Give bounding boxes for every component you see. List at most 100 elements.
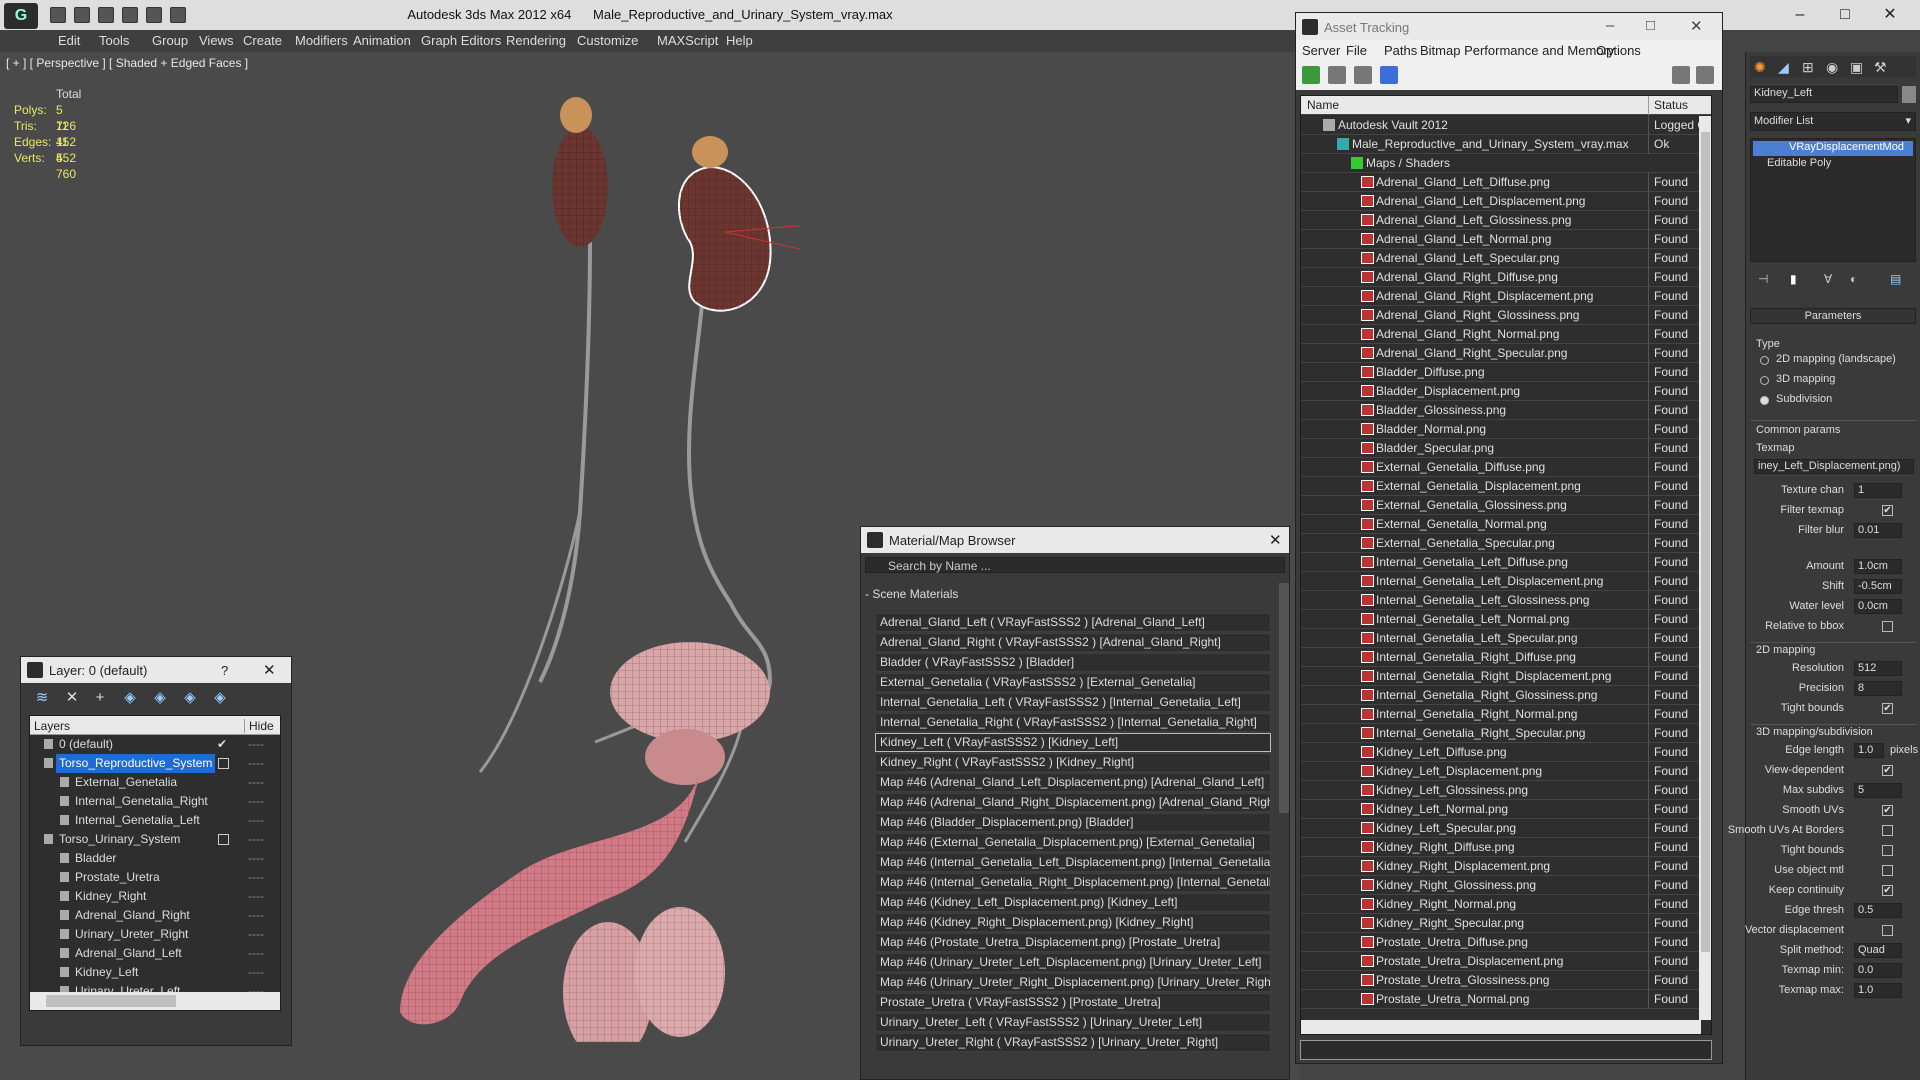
asset-row[interactable]: Autodesk Vault 2012 Logged O bbox=[1301, 116, 1711, 135]
delete-layer-icon[interactable]: ✕ bbox=[63, 689, 81, 707]
asset-row[interactable]: Male_Reproductive_and_Urinary_System_vra… bbox=[1301, 135, 1711, 154]
select-objects-icon[interactable]: ◈ bbox=[121, 689, 139, 707]
maximize-icon[interactable]: □ bbox=[1825, 4, 1865, 26]
layer-dialog-header[interactable]: Layer: 0 (default) ? ✕ bbox=[21, 657, 291, 683]
material-item[interactable]: Map #46 (Urinary_Ureter_Right_Displaceme… bbox=[875, 973, 1271, 992]
display-tab-icon[interactable]: ▣ bbox=[1850, 59, 1863, 76]
help-button[interactable]: ? bbox=[221, 663, 228, 678]
layer-row[interactable]: Kidney_Left ---- bbox=[30, 963, 280, 982]
layer-row[interactable]: Urinary_Ureter_Right ---- bbox=[30, 925, 280, 944]
material-item[interactable]: Map #46 (External_Genetalia_Displacement… bbox=[875, 833, 1271, 852]
asset-row[interactable]: Adrenal_Gland_Left_Specular.png Found bbox=[1301, 249, 1711, 268]
thumbnail-view-icon[interactable] bbox=[1354, 66, 1372, 84]
asset-table-hscrollbar[interactable] bbox=[1301, 1020, 1701, 1034]
material-item[interactable]: Kidney_Left ( VRayFastSSS2 ) [Kidney_Lef… bbox=[875, 733, 1271, 752]
asset-row[interactable]: Internal_Genetalia_Left_Displacement.png… bbox=[1301, 572, 1711, 591]
param-checkbox[interactable] bbox=[1882, 865, 1893, 876]
asset-row[interactable]: Adrenal_Gland_Left_Glossiness.png Found bbox=[1301, 211, 1711, 230]
asset-row[interactable]: Internal_Genetalia_Left_Glossiness.png Fo… bbox=[1301, 591, 1711, 610]
layer-row[interactable]: Kidney_Right ---- bbox=[30, 887, 280, 906]
asset-row[interactable]: Internal_Genetalia_Right_Specular.png Fou… bbox=[1301, 724, 1711, 743]
hide-toggle[interactable]: ---- bbox=[248, 925, 264, 944]
param-spinner[interactable]: 0.01 bbox=[1854, 523, 1902, 538]
asset-row[interactable]: Prostate_Uretra_Displacement.png Found bbox=[1301, 952, 1711, 971]
asset-row[interactable]: External_Genetalia_Displacement.png Found bbox=[1301, 477, 1711, 496]
freeze-all-layers-icon[interactable]: ◈ bbox=[211, 689, 229, 707]
ureter-right[interactable] bbox=[538, 241, 592, 683]
param-spinner[interactable]: 1.0cm bbox=[1854, 559, 1902, 574]
material-browser-header[interactable]: Material/Map Browser ✕ bbox=[861, 527, 1289, 553]
refresh-icon[interactable] bbox=[1302, 66, 1320, 84]
close-icon[interactable]: ✕ bbox=[1870, 4, 1910, 26]
asset-row[interactable]: Kidney_Left_Diffuse.png Found bbox=[1301, 743, 1711, 762]
asset-row[interactable]: Kidney_Left_Normal.png Found bbox=[1301, 800, 1711, 819]
hide-all-layers-icon[interactable]: ◈ bbox=[181, 689, 199, 707]
asset-row[interactable]: Internal_Genetalia_Right_Diffuse.png Foun… bbox=[1301, 648, 1711, 667]
param-spinner[interactable]: 512 bbox=[1854, 661, 1902, 676]
asset-row[interactable]: Internal_Genetalia_Right_Normal.png Found bbox=[1301, 705, 1711, 724]
parameters-rollout-header[interactable]: Parameters bbox=[1750, 308, 1916, 324]
param-checkbox[interactable]: ✔ bbox=[1882, 505, 1893, 516]
param-checkbox[interactable] bbox=[1882, 825, 1893, 836]
asset-path-field[interactable] bbox=[1300, 1040, 1712, 1060]
highlight-layer-icon[interactable]: ◈ bbox=[151, 689, 169, 707]
menu-modifiers[interactable]: Modifiers bbox=[295, 33, 348, 48]
asset-row[interactable]: External_Genetalia_Glossiness.png Found bbox=[1301, 496, 1711, 515]
menu-create[interactable]: Create bbox=[243, 33, 282, 48]
layer-row[interactable]: Internal_Genetalia_Left ---- bbox=[30, 811, 280, 830]
hide-toggle[interactable]: ---- bbox=[248, 754, 264, 773]
param-spinner[interactable]: 0.0 bbox=[1854, 963, 1902, 978]
param-checkbox[interactable] bbox=[1882, 621, 1893, 632]
maximize-icon[interactable]: □ bbox=[1646, 17, 1655, 34]
hide-toggle[interactable]: ---- bbox=[248, 887, 264, 906]
param-checkbox[interactable]: ✔ bbox=[1882, 765, 1893, 776]
asset-table-vscrollbar[interactable] bbox=[1699, 116, 1711, 1020]
asset-row[interactable]: Bladder_Specular.png Found bbox=[1301, 439, 1711, 458]
texmap-button[interactable]: iney_Left_Displacement.png) bbox=[1754, 459, 1914, 474]
layer-checkbox[interactable] bbox=[218, 834, 229, 845]
asset-row[interactable]: Adrenal_Gland_Left_Normal.png Found bbox=[1301, 230, 1711, 249]
asset-row[interactable]: Bladder_Glossiness.png Found bbox=[1301, 401, 1711, 420]
asset-menu-bitmap-performance-and-memory[interactable]: Bitmap Performance and Memory bbox=[1420, 43, 1614, 58]
menu-edit[interactable]: Edit bbox=[58, 33, 80, 48]
menu-help[interactable]: Help bbox=[726, 33, 753, 48]
edge-length-spinner[interactable]: 1.0 bbox=[1854, 743, 1884, 758]
close-icon[interactable]: ✕ bbox=[263, 661, 276, 679]
layer-row[interactable]: External_Genetalia ---- bbox=[30, 773, 280, 792]
configure-sets-icon[interactable]: ▤ bbox=[1890, 272, 1901, 286]
material-item[interactable]: Urinary_Ureter_Right ( VRayFastSSS2 ) [U… bbox=[875, 1033, 1271, 1052]
material-item[interactable]: Bladder ( VRayFastSSS2 ) [Bladder] bbox=[875, 653, 1271, 672]
asset-row[interactable]: Prostate_Uretra_Diffuse.png Found bbox=[1301, 933, 1711, 952]
asset-row[interactable]: Maps / Shaders bbox=[1301, 154, 1711, 173]
asset-row[interactable]: Bladder_Diffuse.png Found bbox=[1301, 363, 1711, 382]
adrenal-gland-left[interactable] bbox=[692, 136, 728, 168]
type-radio[interactable] bbox=[1760, 356, 1769, 365]
asset-row[interactable]: Kidney_Left_Specular.png Found bbox=[1301, 819, 1711, 838]
hide-toggle[interactable]: ---- bbox=[248, 830, 264, 849]
layer-row[interactable]: 0 (default) ✔ ---- bbox=[30, 735, 280, 754]
hide-toggle[interactable]: ---- bbox=[248, 811, 264, 830]
adrenal-gland-right[interactable] bbox=[560, 97, 592, 133]
scene-materials-header[interactable]: - Scene Materials bbox=[865, 587, 958, 601]
hide-toggle[interactable]: ---- bbox=[248, 944, 264, 963]
asset-row[interactable]: Internal_Genetalia_Right_Glossiness.png F… bbox=[1301, 686, 1711, 705]
layer-checkbox[interactable] bbox=[218, 758, 229, 769]
column-layers[interactable]: Layers bbox=[34, 719, 70, 733]
material-item[interactable]: Map #46 (Kidney_Left_Displacement.png) [… bbox=[875, 893, 1271, 912]
material-item[interactable]: Map #46 (Adrenal_Gland_Right_Displacemen… bbox=[875, 793, 1271, 812]
menu-customize[interactable]: Customize bbox=[577, 33, 638, 48]
modifier-list-dropdown[interactable]: Modifier List ▾ bbox=[1750, 112, 1916, 131]
material-item[interactable]: Internal_Genetalia_Right ( VRayFastSSS2 … bbox=[875, 713, 1271, 732]
scrollbar-thumb[interactable] bbox=[1701, 132, 1710, 952]
material-item[interactable]: Map #46 (Internal_Genetalia_Right_Displa… bbox=[875, 873, 1271, 892]
asset-row[interactable]: Kidney_Right_Normal.png Found bbox=[1301, 895, 1711, 914]
menu-group[interactable]: Group bbox=[152, 33, 188, 48]
close-icon[interactable]: ✕ bbox=[1269, 531, 1282, 549]
asset-row[interactable]: Kidney_Left_Glossiness.png Found bbox=[1301, 781, 1711, 800]
material-item[interactable]: Internal_Genetalia_Left ( VRayFastSSS2 )… bbox=[875, 693, 1271, 712]
layer-row[interactable]: Prostate_Uretra ---- bbox=[30, 868, 280, 887]
menu-rendering[interactable]: Rendering bbox=[506, 33, 566, 48]
list-view-icon[interactable] bbox=[1328, 66, 1346, 84]
asset-row[interactable]: Kidney_Right_Displacement.png Found bbox=[1301, 857, 1711, 876]
vas-deferens-right[interactable] bbox=[478, 511, 582, 773]
